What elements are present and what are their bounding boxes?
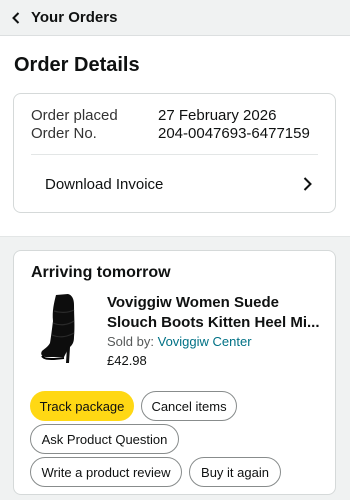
order-number-value: 204-0047693-6477159 [158,125,310,142]
order-summary-card: Order placed 27 February 2026 Order No. … [13,93,336,213]
cancel-items-button[interactable]: Cancel items [141,391,237,421]
chevron-right-icon [303,175,315,193]
top-nav-bar: Your Orders [0,0,350,36]
write-review-button[interactable]: Write a product review [30,457,182,487]
sold-by-label: Sold by: [107,334,154,349]
ask-product-question-button[interactable]: Ask Product Question [30,424,179,454]
download-invoice-row[interactable]: Download Invoice [31,155,323,213]
product-title-link[interactable]: Voviggiw Women Suede Slouch Boots Kitten… [107,293,322,333]
order-placed-value: 27 February 2026 [158,107,277,124]
buy-again-button[interactable]: Buy it again [189,457,281,487]
black-suede-boot-image[interactable] [34,293,96,365]
track-package-button[interactable]: Track package [30,391,134,421]
back-to-orders-link[interactable]: Your Orders [31,9,117,26]
order-number-label: Order No. [31,125,97,142]
product-price: £42.98 [107,353,147,368]
chevron-left-icon[interactable] [12,8,24,28]
shipment-card: Arriving tomorrow Voviggiw Women Suede S… [13,250,336,495]
download-invoice-label: Download Invoice [45,175,164,193]
page-title: Order Details [14,54,140,76]
order-placed-label: Order placed [31,107,118,124]
seller-link[interactable]: Voviggiw Center [158,334,252,349]
delivery-status: Arriving tomorrow [31,264,171,281]
sold-by-line: Sold by: Voviggiw Center [107,334,252,349]
